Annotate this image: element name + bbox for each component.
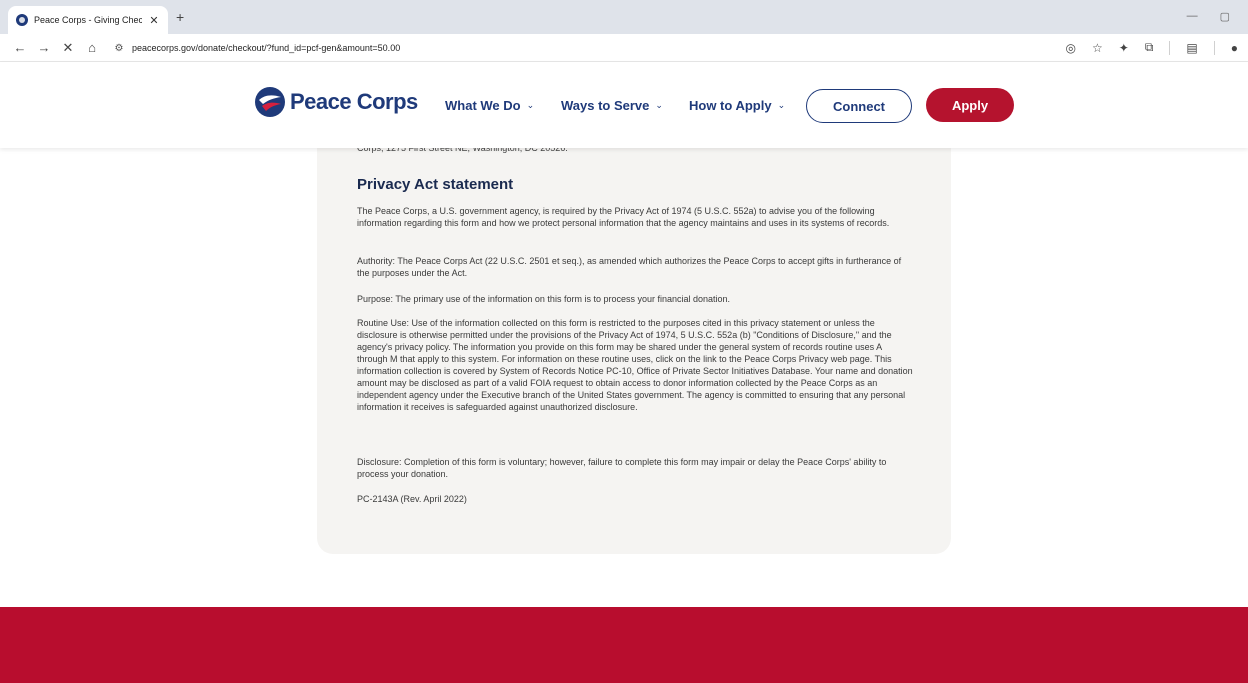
- purpose-paragraph: Purpose: The primary use of the informat…: [357, 294, 731, 304]
- connect-button[interactable]: Connect: [806, 89, 912, 123]
- site-settings-icon[interactable]: ⚙: [112, 43, 126, 54]
- nav-label: What We Do: [445, 98, 521, 113]
- logo-text: Peace Corps: [290, 89, 418, 114]
- toolbar-divider: [1169, 40, 1171, 55]
- browser-toolbar: ← → ✕ ⌂ ⚙ peacecorps.gov/donate/checkout…: [0, 34, 1248, 62]
- toolbar-actions: ◎ ☆ ✦ ⧉ ▤ ●: [1066, 40, 1238, 55]
- nav-what-we-do[interactable]: What We Do ⌄: [445, 98, 534, 113]
- form-revision-label: PC-2143A (Rev. April 2022): [357, 494, 467, 504]
- url-text: peacecorps.gov/donate/checkout/?fund_id=…: [132, 43, 401, 53]
- disclosure-paragraph: Disclosure: Completion of this form is v…: [357, 457, 887, 479]
- site-footer: [0, 607, 1248, 683]
- nav-ways-to-serve[interactable]: Ways to Serve ⌄: [561, 98, 663, 113]
- chevron-down-icon: ⌄: [777, 100, 786, 110]
- routine-use-paragraph: Routine Use: Use of the information coll…: [357, 318, 913, 412]
- peace-corps-logo[interactable]: Peace Corps: [254, 86, 418, 118]
- privacy-intro-paragraph: The Peace Corps, a U.S. government agenc…: [357, 206, 890, 228]
- nav-label: Ways to Serve: [561, 98, 650, 113]
- chevron-down-icon: ⌄: [655, 100, 663, 110]
- nav-label: How to Apply: [689, 98, 772, 113]
- browser-tab[interactable]: Peace Corps - Giving Checkout ✕: [8, 6, 168, 34]
- stop-icon[interactable]: ✕: [56, 40, 80, 56]
- restore-icon[interactable]: ▢: [1220, 10, 1230, 23]
- peace-corps-logo-icon: [255, 87, 285, 117]
- tab-close-icon[interactable]: ✕: [148, 14, 160, 27]
- nav-how-to-apply[interactable]: How to Apply ⌄: [689, 98, 785, 113]
- bookmark-star-icon[interactable]: ☆: [1092, 41, 1103, 55]
- browser-tab-bar: Peace Corps - Giving Checkout ✕ + — ▢: [0, 0, 1248, 34]
- forward-icon[interactable]: →: [32, 40, 56, 55]
- window-controls: — ▢: [1187, 10, 1230, 23]
- peace-corps-favicon-icon: [16, 14, 28, 26]
- privacy-card: Corps, 1275 First Street NE, Washington,…: [317, 100, 951, 554]
- privacy-heading: Privacy Act statement: [357, 176, 514, 193]
- home-icon[interactable]: ⌂: [80, 40, 104, 55]
- authority-paragraph: Authority: The Peace Corps Act (22 U.S.C…: [357, 256, 902, 278]
- back-icon[interactable]: ←: [8, 40, 32, 55]
- minimize-icon[interactable]: —: [1187, 10, 1198, 23]
- site-header: Peace Corps What We Do ⌄ Ways to Serve ⌄…: [0, 62, 1248, 148]
- profile-icon[interactable]: ●: [1231, 41, 1238, 55]
- extension-icon[interactable]: ✦: [1119, 41, 1129, 55]
- chevron-down-icon: ⌄: [526, 100, 535, 110]
- apply-button[interactable]: Apply: [926, 88, 1014, 122]
- new-tab-button[interactable]: +: [176, 9, 184, 25]
- reading-list-icon[interactable]: ▤: [1186, 41, 1197, 55]
- tab-title: Peace Corps - Giving Checkout: [34, 15, 142, 25]
- toolbar-divider: [1213, 40, 1215, 55]
- address-bar[interactable]: ⚙ peacecorps.gov/donate/checkout/?fund_i…: [112, 38, 1052, 58]
- extensions-puzzle-icon[interactable]: ⧉: [1145, 40, 1154, 55]
- tracking-protection-icon[interactable]: ◎: [1066, 41, 1076, 55]
